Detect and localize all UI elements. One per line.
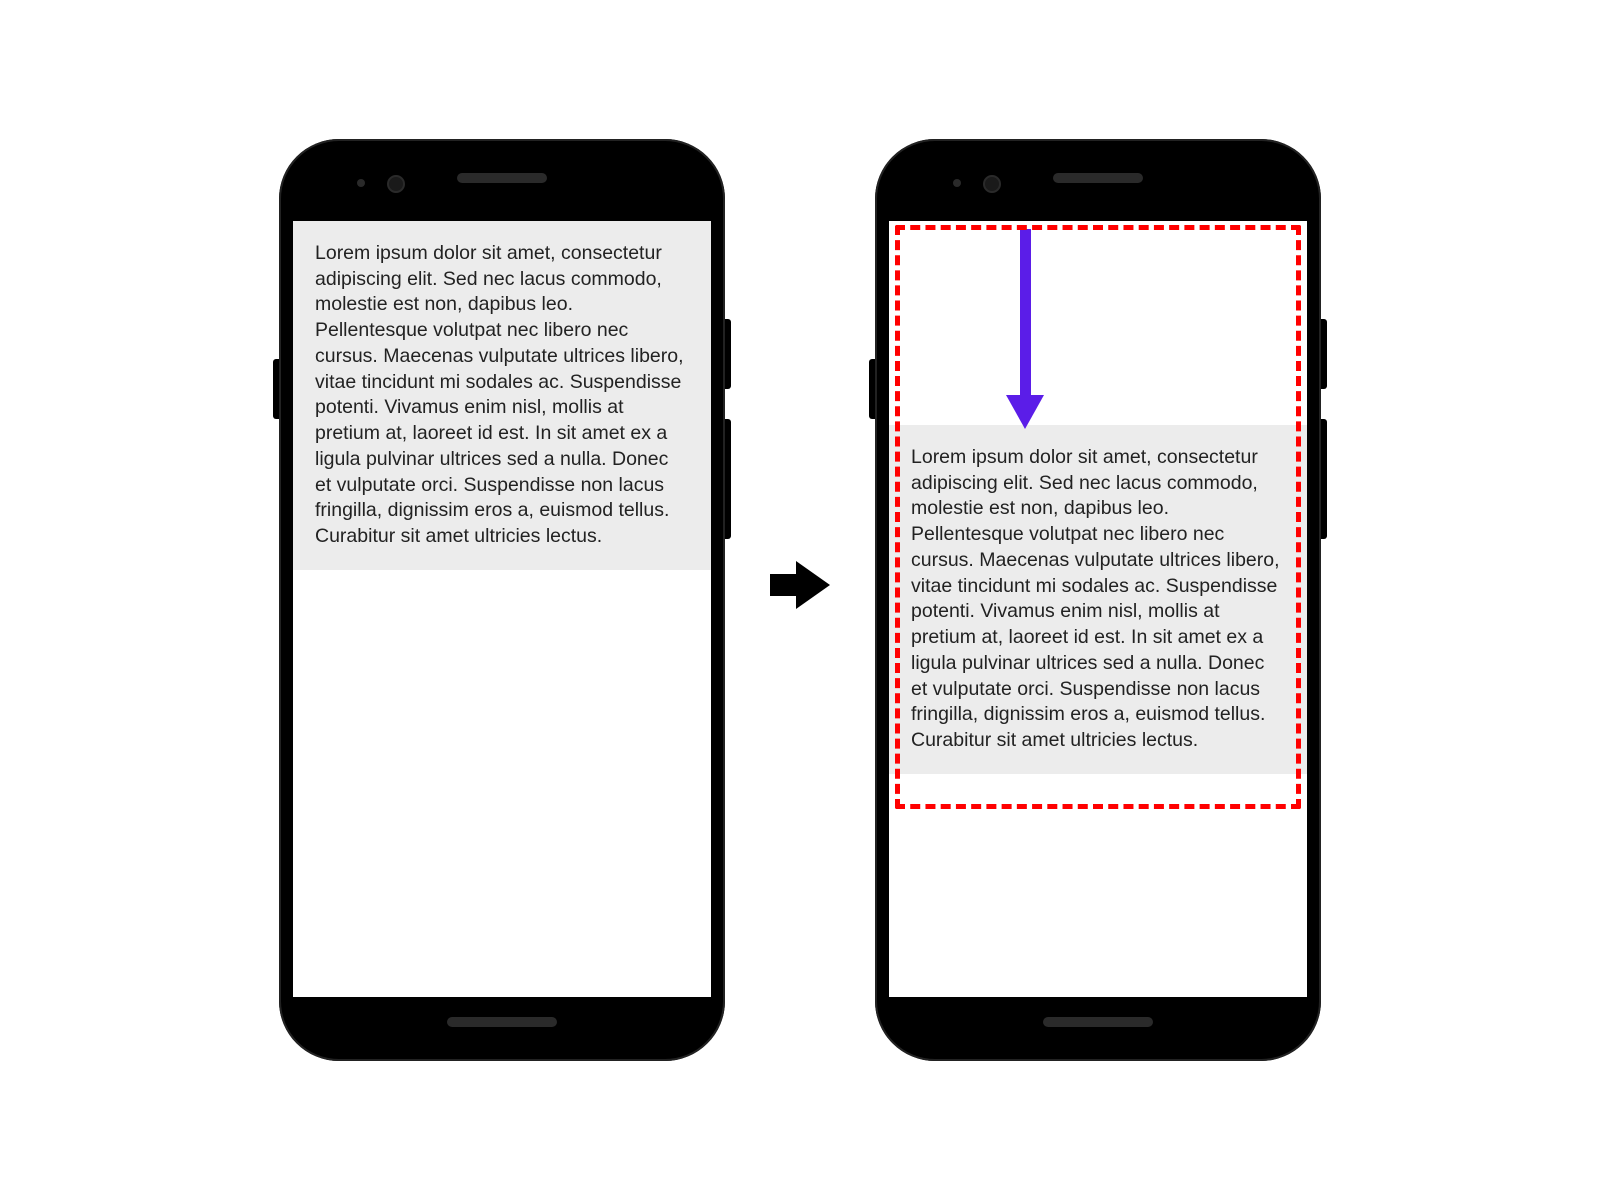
text-panel-before: Lorem ipsum dolor sit amet, consectetur … [293, 221, 711, 570]
sensor-dot-icon [953, 179, 961, 187]
phone-side-button-1 [725, 319, 731, 389]
phone-frame: Lorem ipsum dolor sit amet, consectetur … [889, 153, 1307, 1047]
scroll-direction-arrow-icon [1005, 229, 1045, 439]
lorem-text-before: Lorem ipsum dolor sit amet, consectetur … [315, 241, 689, 550]
phone-side-button-2 [1321, 419, 1327, 539]
phone-side-button-2 [725, 419, 731, 539]
phone-side-button-left [273, 359, 279, 419]
phone-side-button-1 [1321, 319, 1327, 389]
phone-bottom-bar [889, 997, 1307, 1047]
phone-screen-before: Lorem ipsum dolor sit amet, consectetur … [293, 221, 711, 997]
camera-dot-icon [387, 175, 405, 193]
bottom-speaker-icon [1043, 1017, 1153, 1027]
phone-side-button-left [869, 359, 875, 419]
phone-frame: Lorem ipsum dolor sit amet, consectetur … [293, 153, 711, 1047]
phone-mockup-before: Lorem ipsum dolor sit amet, consectetur … [279, 139, 725, 1061]
phone-top-bar [293, 153, 711, 223]
arrow-right-icon [770, 561, 830, 609]
phone-top-bar [889, 153, 1307, 223]
bottom-speaker-icon [447, 1017, 557, 1027]
camera-dot-icon [983, 175, 1001, 193]
phone-bottom-bar [293, 997, 711, 1047]
phone-screen-after: Lorem ipsum dolor sit amet, consectetur … [889, 221, 1307, 997]
phone-mockup-after: Lorem ipsum dolor sit amet, consectetur … [875, 139, 1321, 1061]
speaker-grille-icon [457, 173, 547, 183]
sensor-dot-icon [357, 179, 365, 187]
transition-arrow-icon [765, 550, 835, 620]
text-panel-after: Lorem ipsum dolor sit amet, consectetur … [889, 425, 1307, 774]
speaker-grille-icon [1053, 173, 1143, 183]
lorem-text-after: Lorem ipsum dolor sit amet, consectetur … [911, 445, 1285, 754]
